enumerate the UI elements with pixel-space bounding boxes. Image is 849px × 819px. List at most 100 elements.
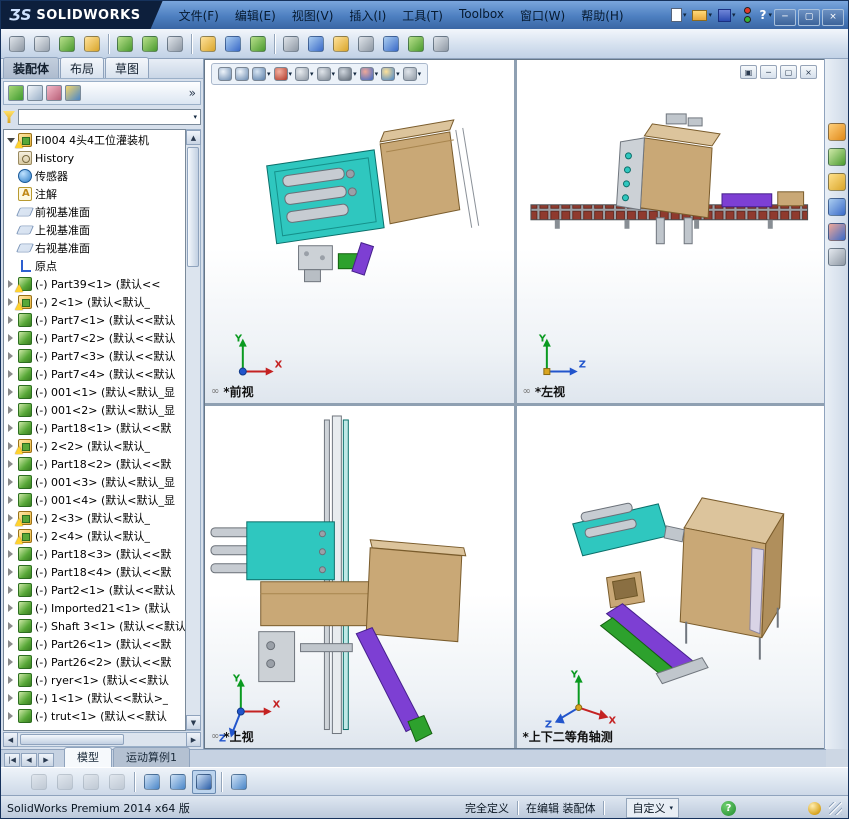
tree-item[interactable]: (-) Part7<4> (默认<<默认 [4,365,185,383]
expand-arrow-icon[interactable] [6,531,15,541]
expand-arrow-icon[interactable] [6,297,15,307]
tab-motion-study-1[interactable]: 运动算例1 [113,747,190,767]
expand-arrow-icon[interactable] [6,567,15,577]
featuremanager-tab[interactable] [8,85,24,101]
expand-arrow-icon[interactable] [6,477,15,487]
tree-item[interactable]: (-) Part26<1> (默认<<默 [4,635,185,653]
rotate-component-button[interactable] [138,32,162,56]
expand-arrow-icon[interactable] [6,495,15,505]
view-orientation-button[interactable]: ▾ [294,66,315,82]
display-style-button[interactable]: ▾ [316,66,337,82]
expand-arrow-icon[interactable] [6,279,15,289]
configurationmanager-tab[interactable] [46,85,62,101]
expand-arrow-icon[interactable] [6,585,15,595]
custom-properties-tab[interactable] [827,248,846,266]
tree-item[interactable]: (-) 2<4> (默认<默认_ [4,527,185,545]
smart-fasteners-button[interactable] [80,32,104,56]
menu-window[interactable]: 窗口(W) [512,3,573,28]
viewport-grid-button[interactable] [227,770,251,794]
custom-dropdown[interactable]: 自定义 ▾ [626,798,679,818]
expand-arrow-icon[interactable] [6,135,15,145]
viewport-isometric[interactable]: Y X Z *上下二等角轴测 [516,405,825,748]
tree-item[interactable]: (-) trut<1> (默认<<默认 [4,707,185,725]
tree-item[interactable]: (-) Part39<1> (默认<< [4,275,185,293]
options-button[interactable] [429,32,453,56]
interference-detection-button[interactable] [329,32,353,56]
scroll-thumb[interactable] [20,734,125,745]
assembly-features-button[interactable] [196,32,220,56]
previous-tab-button[interactable]: ◀ [21,753,37,767]
menu-edit[interactable]: 编辑(E) [227,3,284,28]
expand-arrow-icon[interactable] [6,639,15,649]
tree-item[interactable]: (-) Part7<2> (默认<<默认 [4,329,185,347]
single-viewport-button[interactable] [140,770,164,794]
scroll-left-button[interactable]: ◀ [3,732,18,747]
linear-component-pattern-button[interactable] [55,32,79,56]
menu-insert[interactable]: 插入(I) [341,3,394,28]
expand-arrow-icon[interactable] [6,621,15,631]
previous-view-button[interactable] [27,770,51,794]
scroll-thumb[interactable] [187,147,199,267]
minimize-viewport-button[interactable]: ─ [760,65,777,79]
scroll-right-button[interactable]: ▶ [186,732,201,747]
tree-item[interactable]: (-) 2<2> (默认<默认_ [4,437,185,455]
expand-chevron[interactable]: » [189,86,196,100]
hide-show-items-button[interactable]: ▾ [337,66,358,82]
dropdown-arrow-icon[interactable]: ▾ [683,11,687,19]
dropdown-arrow-icon[interactable]: ▾ [289,70,293,78]
menu-file[interactable]: 文件(F) [171,3,227,28]
exploded-view-button[interactable] [304,32,328,56]
tree-item[interactable]: (-) 1<1> (默认<<默认>_ [4,689,185,707]
four-viewport-button[interactable] [192,769,216,794]
quick-tip-help-icon[interactable]: ? [721,800,736,816]
tab-model[interactable]: 模型 [64,747,112,767]
resize-grip[interactable] [829,801,842,815]
design-library-tab[interactable] [827,148,846,166]
minimize-button[interactable]: ─ [774,8,796,26]
tree-item[interactable]: (-) Part18<2> (默认<<默 [4,455,185,473]
mate-button[interactable] [30,32,54,56]
measure-button[interactable] [354,32,378,56]
scroll-down-button[interactable]: ▼ [186,715,201,730]
expand-arrow-icon[interactable] [6,333,15,343]
tree-item[interactable]: (-) 2<3> (默认<默认_ [4,509,185,527]
reference-geometry-button[interactable] [221,32,245,56]
tree-item[interactable]: 前视基准面 [4,203,185,221]
maximize-button[interactable]: ▢ [798,8,820,26]
view-settings-button[interactable]: ▾ [402,66,423,82]
tree-item[interactable]: (-) Part2<1> (默认<<默认 [4,581,185,599]
tree-horizontal-scrollbar[interactable]: ◀ ▶ [3,732,201,747]
expand-arrow-icon[interactable] [6,369,15,379]
panel-tab-layout[interactable]: 布局 [60,57,105,78]
tree-item[interactable]: History [4,149,185,167]
apply-scene-button[interactable]: ▾ [380,66,401,82]
dropdown-arrow-icon[interactable]: ▾ [267,70,271,78]
bill-of-materials-button[interactable] [279,32,303,56]
restore-viewport-button[interactable]: ▣ [740,65,757,79]
panel-tab-assembly[interactable]: 装配体 [3,57,60,78]
solidworks-resources-tab[interactable] [827,123,846,141]
save-button[interactable]: ▾ [715,7,739,24]
scroll-track[interactable] [186,145,200,715]
expand-arrow-icon[interactable] [6,405,15,415]
expand-arrow-icon[interactable] [6,351,15,361]
expand-arrow-icon[interactable] [6,459,15,469]
appearances-scenes-tab[interactable] [827,223,846,241]
edit-appearance-button[interactable]: ▾ [359,66,380,82]
displaymanager-tab[interactable] [65,85,81,101]
tree-item[interactable]: 右视基准面 [4,239,185,257]
two-viewport-button[interactable] [166,770,190,794]
viewport-front[interactable]: Y X ∞ *前视 [205,60,514,403]
tree-item[interactable]: FI004 4头4工位灌装机 [4,131,185,149]
menu-toolbox[interactable]: Toolbox [451,3,512,28]
dropdown-arrow-icon[interactable]: ▾ [332,70,336,78]
expand-arrow-icon[interactable] [6,693,15,703]
menu-help[interactable]: 帮助(H) [573,3,631,28]
expand-arrow-icon[interactable] [6,675,15,685]
new-motion-study-button[interactable] [246,32,270,56]
move-component-button[interactable] [113,32,137,56]
tree-item[interactable]: (-) Imported21<1> (默认 [4,599,185,617]
dropdown-arrow-icon[interactable]: ▾ [732,11,736,19]
open-document-button[interactable]: ▾ [689,8,715,23]
previous-view-button[interactable]: ▾ [251,66,272,82]
